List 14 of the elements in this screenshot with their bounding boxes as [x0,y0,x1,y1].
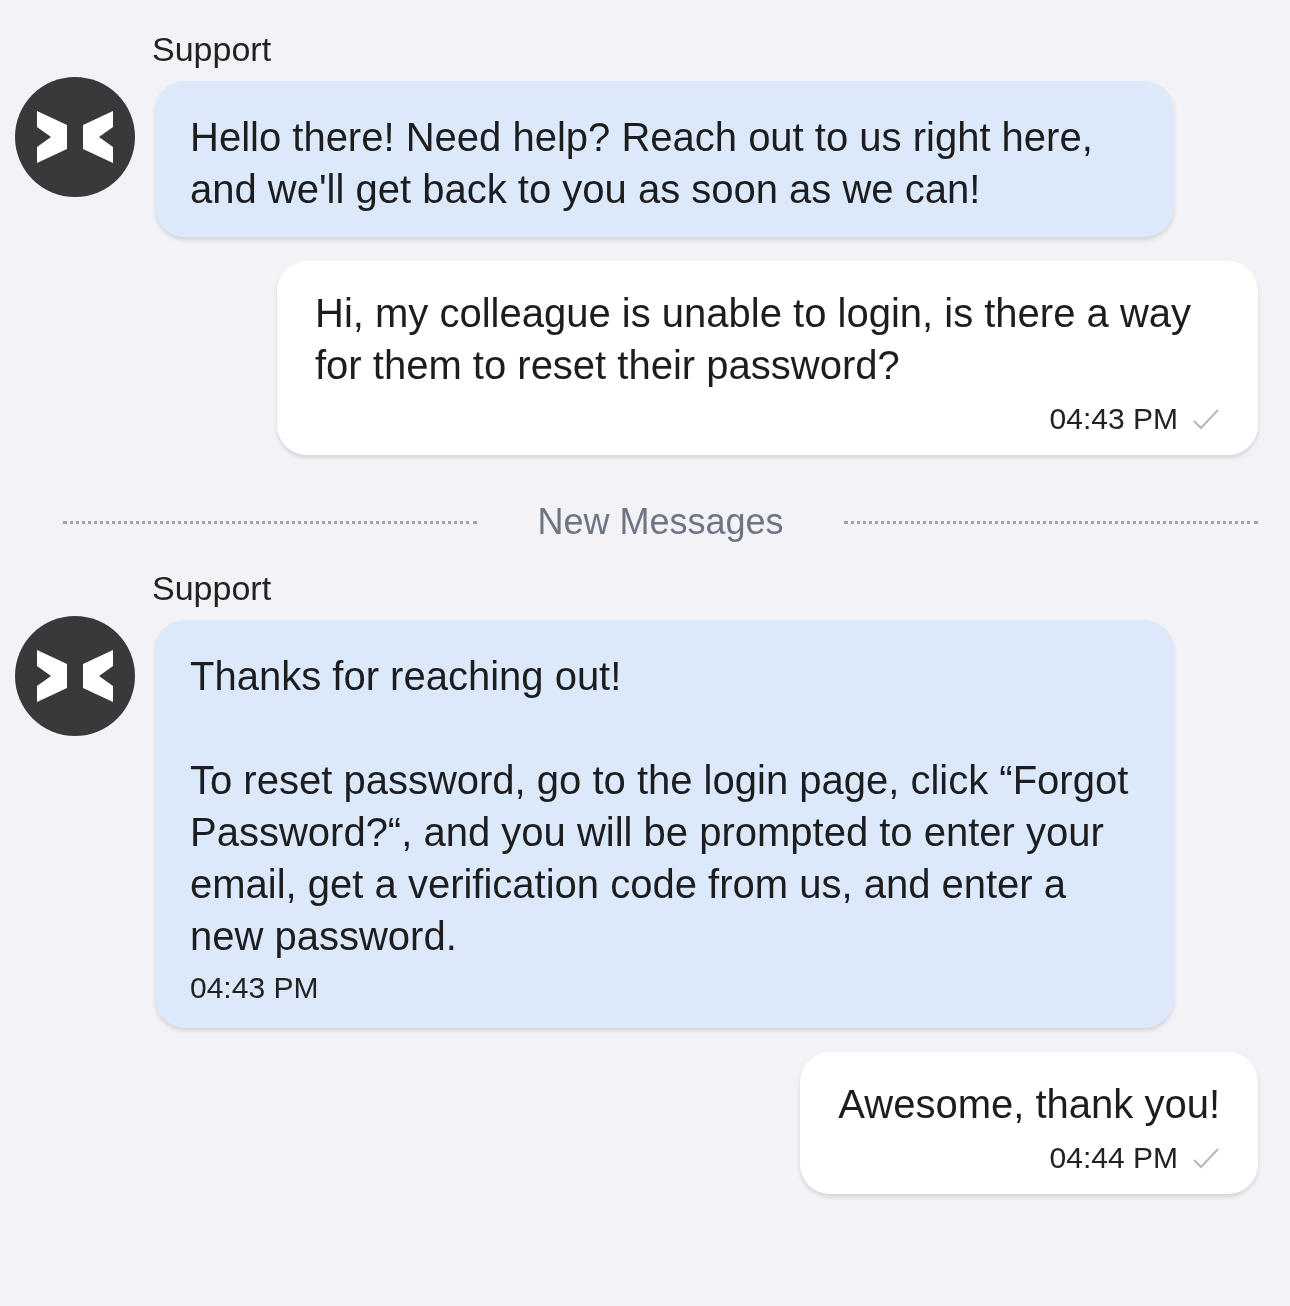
message-text: Hello there! Need help? Reach out to us right here, and we'll get back to you as soon as we can! [190,114,1094,213]
new-messages-label: New Messages [537,501,784,543]
message-text: Hi, my colleague is unable to login, is there a way for them to reset their password? [315,290,1192,389]
avatar-icon [15,77,135,197]
timestamp: 04:43 PM [1049,401,1178,437]
timestamp: 04:43 PM [190,970,319,1006]
message-text: Thanks for reaching out! To reset password, go to the login page, click “Forgot Password?“, and you will be prompted to enter your email, get a verification code from us, and enter a new password. [190,653,1130,960]
timestamp: 04:44 PM [1049,1140,1178,1176]
avatar-icon [15,616,135,736]
checkmark-icon [1192,1147,1220,1169]
sender-name: Support [152,569,273,608]
checkmark-icon [1192,408,1220,430]
message-text: Awesome, thank you! [838,1081,1220,1128]
sender-name: Support [152,30,273,69]
